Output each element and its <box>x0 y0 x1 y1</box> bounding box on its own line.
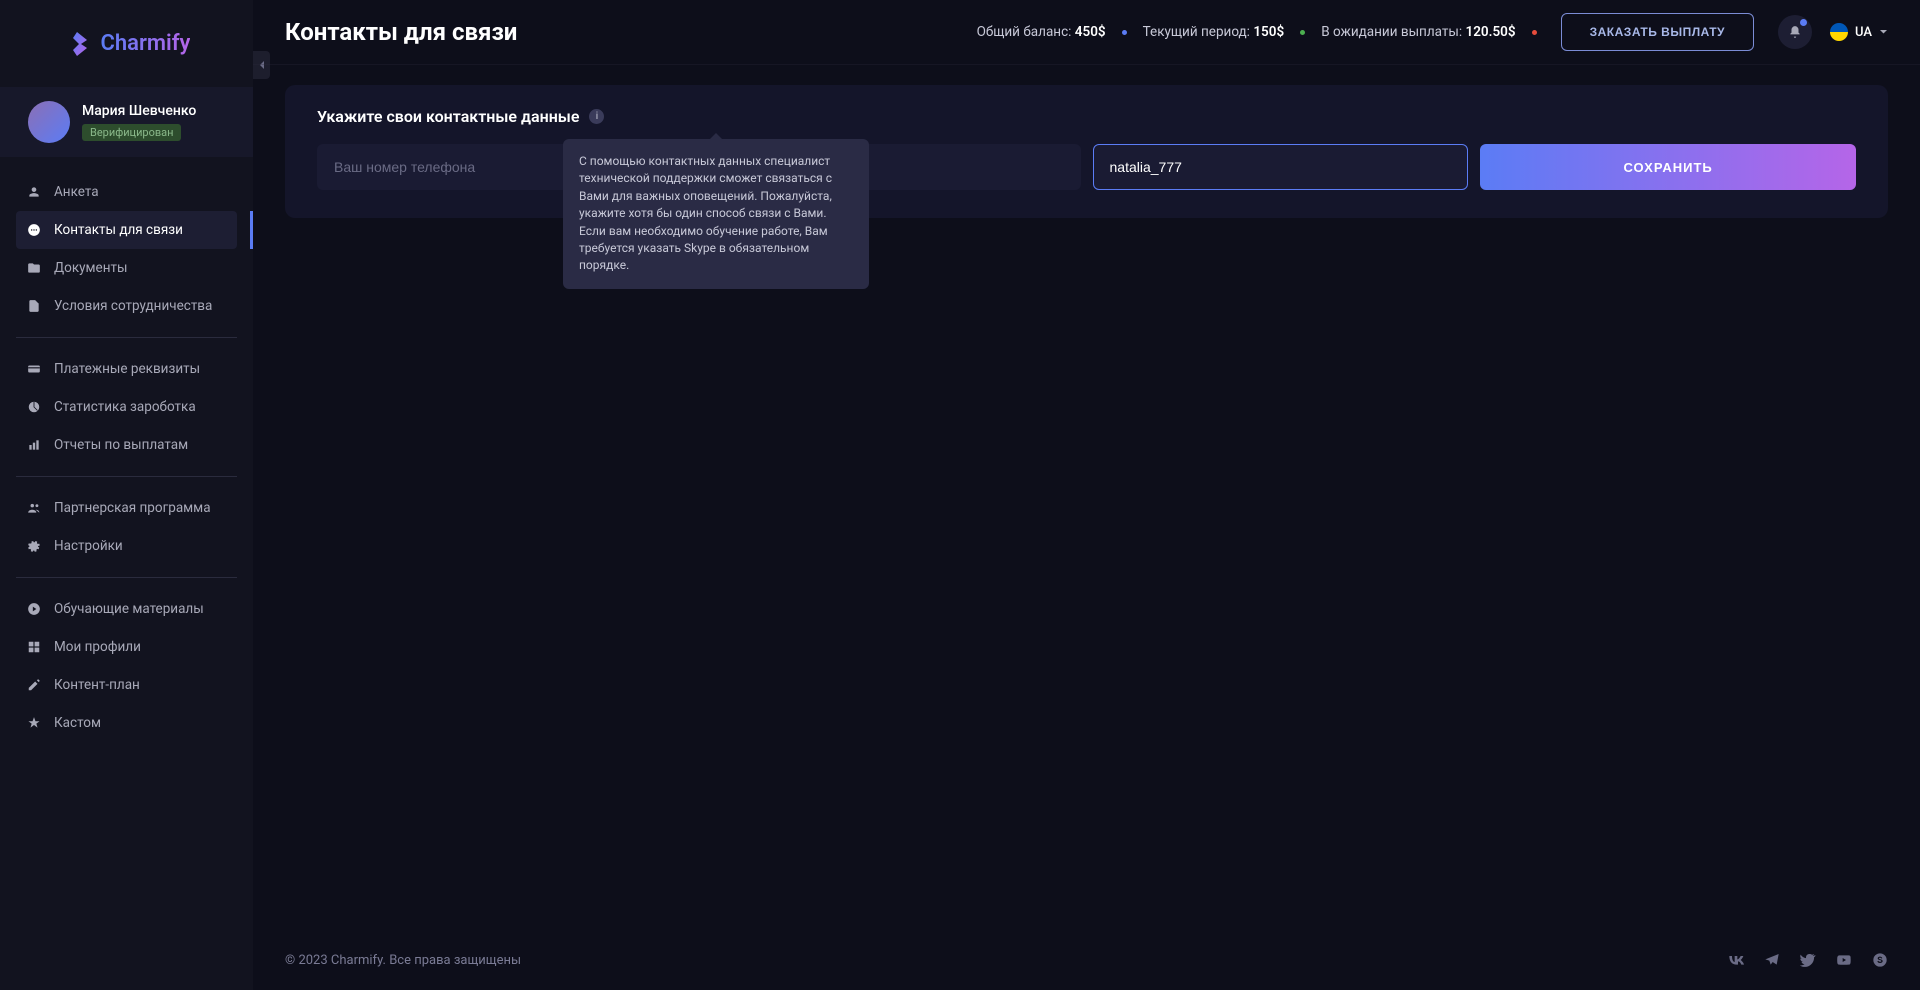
youtube-icon[interactable] <box>1836 952 1852 968</box>
skype-icon[interactable] <box>1872 952 1888 968</box>
sidebar-item-label: Платежные реквизиты <box>54 361 200 377</box>
grid-icon <box>27 640 41 654</box>
pending-stat: В ожидании выплаты: 120.50$ <box>1321 24 1515 40</box>
card-title: Укажите свои контактные данные <box>317 107 579 126</box>
sidebar-item-label: Отчеты по выплатам <box>54 437 188 453</box>
notification-badge <box>1800 19 1807 26</box>
nav-divider <box>16 476 237 477</box>
content: Укажите свои контактные данные i С помощ… <box>253 65 1920 990</box>
sidebar-item-training[interactable]: Обучающие материалы <box>16 590 237 628</box>
file-icon <box>27 299 41 313</box>
chat-icon <box>27 223 41 237</box>
copyright: © 2023 Charmify. Все права защищены <box>285 953 521 968</box>
footer: © 2023 Charmify. Все права защищены <box>253 930 1920 990</box>
header: Контакты для связи Общий баланс: 450$ Те… <box>253 0 1920 65</box>
sidebar-item-label: Партнерская программа <box>54 500 211 516</box>
nav-divider <box>16 577 237 578</box>
header-stats: Общий баланс: 450$ Текущий период: 150$ … <box>977 24 1537 40</box>
card-header: Укажите свои контактные данные i С помощ… <box>317 107 1856 126</box>
request-payout-button[interactable]: ЗАКАЗАТЬ ВЫПЛАТУ <box>1561 13 1754 51</box>
user-verified-badge: Верифицирован <box>82 124 181 141</box>
twitter-icon[interactable] <box>1800 952 1816 968</box>
bell-icon <box>1788 25 1802 39</box>
vk-icon[interactable] <box>1728 952 1744 968</box>
sidebar-item-profiles[interactable]: Мои профили <box>16 628 237 666</box>
dot-indicator <box>1300 30 1305 35</box>
sidebar-item-terms[interactable]: Условия сотрудничества <box>16 287 237 325</box>
dot-indicator <box>1532 30 1537 35</box>
period-stat: Текущий период: 150$ <box>1143 24 1285 40</box>
dot-indicator <box>1122 30 1127 35</box>
sidebar-item-payment[interactable]: Платежные реквизиты <box>16 350 237 388</box>
sidebar-item-label: Контент-план <box>54 677 140 693</box>
user-profile[interactable]: Мария Шевченко Верифицирован <box>0 87 253 157</box>
user-icon <box>27 185 41 199</box>
chevron-down-icon <box>1879 29 1888 35</box>
sidebar-item-stats[interactable]: Статистика зароботка <box>16 388 237 426</box>
skype-input[interactable] <box>1093 144 1469 190</box>
gear-icon <box>27 539 41 553</box>
logo[interactable]: Charmify <box>0 0 253 87</box>
users-icon <box>27 501 41 515</box>
user-name: Мария Шевченко <box>82 103 196 119</box>
telegram-icon[interactable] <box>1764 952 1780 968</box>
star-icon <box>27 716 41 730</box>
sidebar-item-label: Документы <box>54 260 127 276</box>
sidebar-item-label: Анкета <box>54 184 99 200</box>
sidebar-item-custom[interactable]: Кастом <box>16 704 237 742</box>
chart-icon <box>27 438 41 452</box>
sidebar-item-label: Обучающие материалы <box>54 601 204 617</box>
sidebar-item-label: Условия сотрудничества <box>54 298 212 314</box>
sidebar-item-contacts[interactable]: Контакты для связи <box>16 211 237 249</box>
nav-divider <box>16 337 237 338</box>
info-tooltip: С помощью контактных данных специалист т… <box>563 139 869 289</box>
sidebar-item-content-plan[interactable]: Контент-план <box>16 666 237 704</box>
sidebar-item-partner[interactable]: Партнерская программа <box>16 489 237 527</box>
language-code: UA <box>1855 25 1872 40</box>
notifications-button[interactable] <box>1778 15 1812 49</box>
card-icon <box>27 362 41 376</box>
flag-icon <box>1830 23 1848 41</box>
form-row: СОХРАНИТЬ <box>317 144 1856 190</box>
social-links <box>1728 952 1888 968</box>
sidebar-item-documents[interactable]: Документы <box>16 249 237 287</box>
sidebar-item-label: Настройки <box>54 538 123 554</box>
sidebar-item-label: Статистика зароботка <box>54 399 196 415</box>
info-icon[interactable]: i <box>589 109 604 124</box>
logo-text: Charmify <box>101 31 191 56</box>
sidebar-item-label: Контакты для связи <box>54 222 183 238</box>
pie-icon <box>27 400 41 414</box>
main: Контакты для связи Общий баланс: 450$ Те… <box>253 0 1920 990</box>
pencil-icon <box>27 678 41 692</box>
balance-stat: Общий баланс: 450$ <box>977 24 1106 40</box>
folder-icon <box>27 261 41 275</box>
avatar <box>28 101 70 143</box>
contacts-card: Укажите свои контактные данные i С помощ… <box>285 85 1888 218</box>
nav: Анкета Контакты для связи Документы Усло… <box>0 157 253 990</box>
sidebar-item-label: Мои профили <box>54 639 141 655</box>
sidebar-item-profile[interactable]: Анкета <box>16 173 237 211</box>
save-button[interactable]: СОХРАНИТЬ <box>1480 144 1856 190</box>
sidebar-item-label: Кастом <box>54 715 101 731</box>
page-title: Контакты для связи <box>285 18 977 46</box>
language-switcher[interactable]: UA <box>1830 23 1888 41</box>
logo-icon <box>63 28 95 60</box>
sidebar-item-reports[interactable]: Отчеты по выплатам <box>16 426 237 464</box>
sidebar-item-settings[interactable]: Настройки <box>16 527 237 565</box>
play-icon <box>27 602 41 616</box>
sidebar: Charmify Мария Шевченко Верифицирован Ан… <box>0 0 253 990</box>
